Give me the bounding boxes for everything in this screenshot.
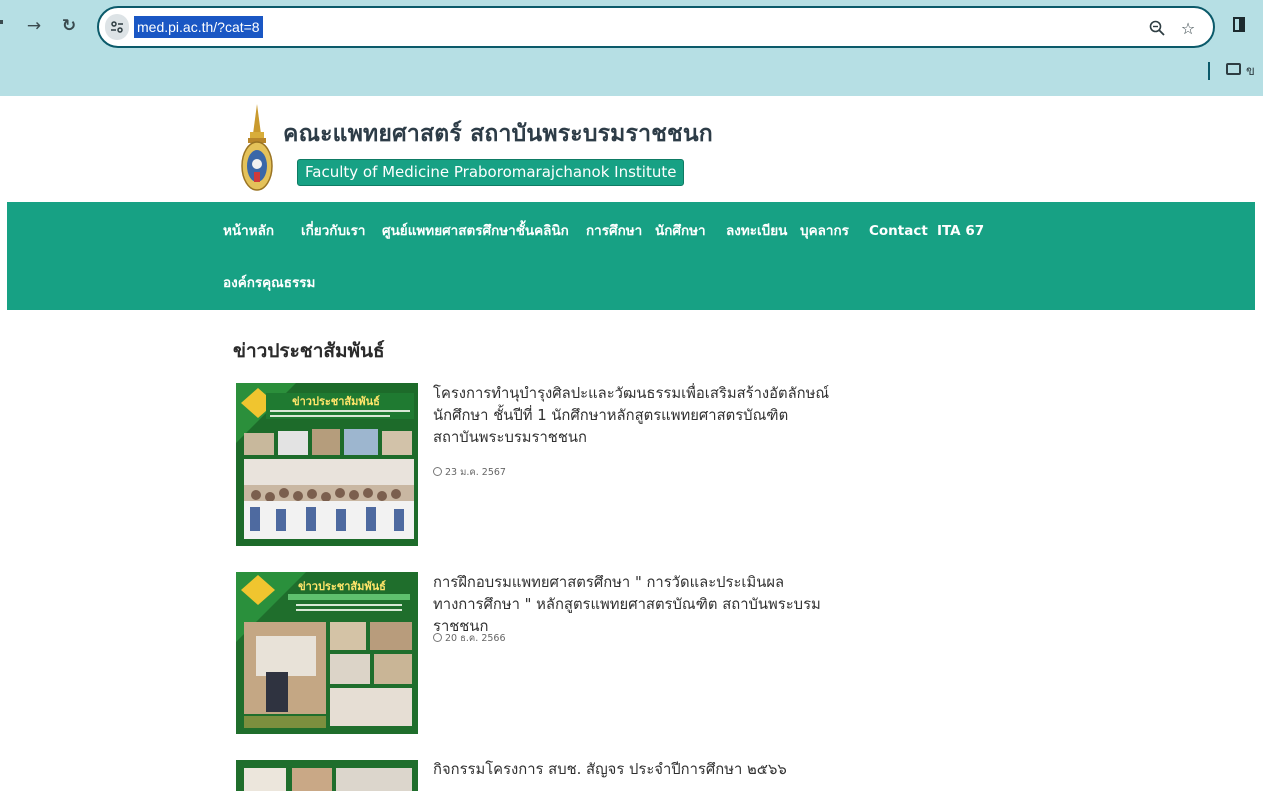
post-title-1[interactable]: โครงการทำนุบำรุงศิลปะและวัฒนธรรมเพื่อเสร…	[433, 383, 833, 449]
post-date-2: 20 ธ.ค. 2566	[433, 631, 506, 646]
forward-icon[interactable]: →	[21, 13, 47, 39]
thumb-caption-2: ข่าวประชาสัมพันธ์	[298, 580, 386, 593]
institute-logo[interactable]	[241, 104, 273, 195]
back-button-edge[interactable]	[0, 20, 3, 24]
browser-chrome: → ↻ med.pi.ac.th/?cat=8 ☆ ข	[0, 0, 1263, 96]
reload-icon[interactable]: ↻	[56, 13, 82, 39]
post-thumbnail-1[interactable]: ข่าวประชาสัมพันธ์	[236, 383, 418, 546]
site-info-icon[interactable]	[105, 14, 129, 40]
post-thumbnail-2[interactable]: ข่าวประชาสัมพันธ์	[236, 572, 418, 734]
address-bar[interactable]: med.pi.ac.th/?cat=8 ☆	[97, 6, 1215, 48]
zoom-icon[interactable]	[1146, 17, 1168, 39]
thumb-caption-1: ข่าวประชาสัมพันธ์	[292, 395, 380, 408]
nav-students[interactable]: นักศึกษา	[655, 222, 706, 240]
post-date-1-text: 23 ม.ค. 2567	[445, 467, 506, 478]
post-title-3[interactable]: กิจกรรมโครงการ สบช. สัญจร ประจำปีการศึกษ…	[433, 759, 833, 781]
nav-home[interactable]: หน้าหลัก	[223, 222, 274, 240]
nav-education[interactable]: การศึกษา	[586, 222, 642, 240]
folder-icon[interactable]	[1226, 63, 1241, 75]
nav-ita67[interactable]: ITA 67	[937, 222, 984, 240]
side-panel-icon[interactable]	[1233, 17, 1245, 32]
post-date-2-text: 20 ธ.ค. 2566	[445, 633, 506, 644]
bookmark-star-icon[interactable]: ☆	[1177, 17, 1199, 39]
post-thumbnail-3[interactable]	[236, 760, 418, 791]
clock-icon	[433, 467, 442, 476]
main-navigation: หน้าหลัก เกี่ยวกับเรา ศูนย์แพทยศาสตรศึกษ…	[7, 202, 1255, 310]
post-title-2[interactable]: การฝึกอบรมแพทยศาสตรศึกษา " การวัดและประเ…	[433, 572, 833, 638]
nav-registration[interactable]: ลงทะเบียน	[726, 222, 787, 240]
bookmark-folder-label[interactable]: ข	[1246, 60, 1255, 81]
site-subtitle: Faculty of Medicine Praboromarajchanok I…	[297, 159, 685, 186]
url-text[interactable]: med.pi.ac.th/?cat=8	[134, 16, 263, 38]
site-title[interactable]: คณะแพทยศาสตร์ สถาบันพระบรมราชชนก	[283, 116, 713, 152]
nav-about[interactable]: เกี่ยวกับเรา	[301, 222, 365, 240]
nav-ethics-org[interactable]: องค์กรคุณธรรม	[223, 274, 315, 292]
bookmarks-separator	[1208, 62, 1210, 80]
section-title: ข่าวประชาสัมพันธ์	[233, 340, 385, 362]
post-date-1: 23 ม.ค. 2567	[433, 465, 506, 480]
nav-personnel[interactable]: บุคลากร	[800, 222, 849, 240]
nav-clinical-center[interactable]: ศูนย์แพทยศาสตรศึกษาชั้นคลินิก	[382, 222, 569, 240]
clock-icon	[433, 633, 442, 642]
nav-contact[interactable]: Contact	[869, 222, 928, 240]
